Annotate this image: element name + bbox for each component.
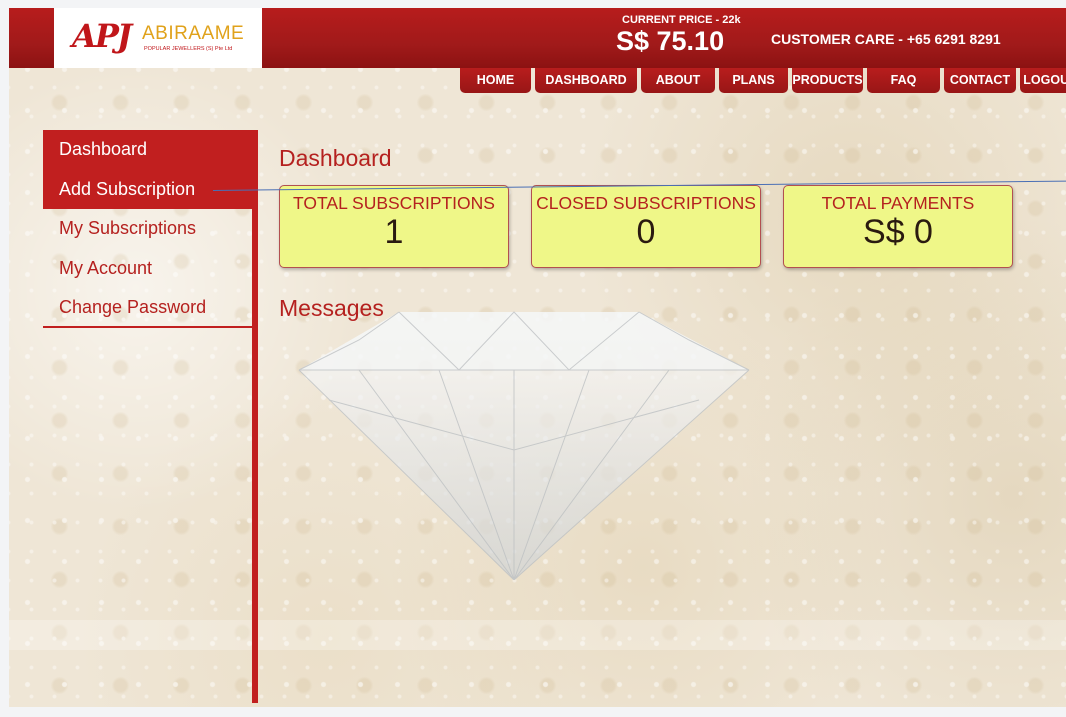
page-frame: APJ ABIRAAME POPULAR JEWELLERS (S) Pte L…: [9, 8, 1066, 707]
nav-plans[interactable]: PLANS: [719, 68, 788, 93]
sidebar-item-my-account[interactable]: My Account: [43, 249, 252, 289]
card-title: TOTAL SUBSCRIPTIONS: [293, 193, 495, 213]
card-title: TOTAL PAYMENTS: [821, 193, 975, 213]
logo-tagline: POPULAR JEWELLERS (S) Pte Ltd: [144, 46, 233, 52]
messages-title: Messages: [279, 295, 384, 321]
sidebar-border: [252, 130, 258, 703]
customer-care: CUSTOMER CARE - +65 6291 8291: [771, 31, 1001, 47]
total-subscriptions-card: TOTAL SUBSCRIPTIONS 1: [279, 185, 509, 268]
sidebar-divider: [43, 326, 252, 328]
nav-dashboard[interactable]: DASHBOARD: [535, 68, 637, 93]
nav-products[interactable]: PRODUCTS: [792, 68, 863, 93]
nav-about[interactable]: ABOUT: [641, 68, 715, 93]
background-band: [9, 620, 1066, 650]
sidebar-item-my-subscriptions[interactable]: My Subscriptions: [43, 209, 252, 249]
logo-mark: APJ: [72, 17, 132, 55]
current-price-value: S$ 75.10: [616, 26, 725, 56]
nav-contact[interactable]: CONTACT: [944, 68, 1016, 93]
nav-home[interactable]: HOME: [460, 68, 531, 93]
sidebar-item-dashboard[interactable]: Dashboard: [43, 130, 252, 170]
nav-logout[interactable]: LOGOUT: [1020, 68, 1066, 93]
card-title: CLOSED SUBSCRIPTIONS: [536, 193, 756, 213]
sidebar: Dashboard Add Subscription My Subscripti…: [43, 130, 252, 328]
site-header: APJ ABIRAAME POPULAR JEWELLERS (S) Pte L…: [9, 8, 1066, 68]
total-payments-card: TOTAL PAYMENTS S$ 0: [783, 185, 1013, 268]
page-title: Dashboard: [279, 145, 392, 171]
logo[interactable]: APJ ABIRAAME POPULAR JEWELLERS (S) Pte L…: [54, 8, 262, 68]
main-nav: HOME DASHBOARD ABOUT PLANS PRODUCTS FAQ …: [460, 68, 1066, 93]
card-value: 0: [636, 213, 656, 251]
closed-subscriptions-card: CLOSED SUBSCRIPTIONS 0: [531, 185, 761, 268]
diamond-image: [298, 311, 750, 580]
card-value: 1: [384, 213, 404, 251]
card-value: S$ 0: [863, 213, 933, 251]
current-price-label: CURRENT PRICE - 22k: [622, 14, 741, 26]
logo-name: ABIRAAME: [142, 23, 245, 44]
sidebar-item-change-password[interactable]: Change Password: [43, 288, 252, 328]
nav-faq[interactable]: FAQ: [867, 68, 940, 93]
